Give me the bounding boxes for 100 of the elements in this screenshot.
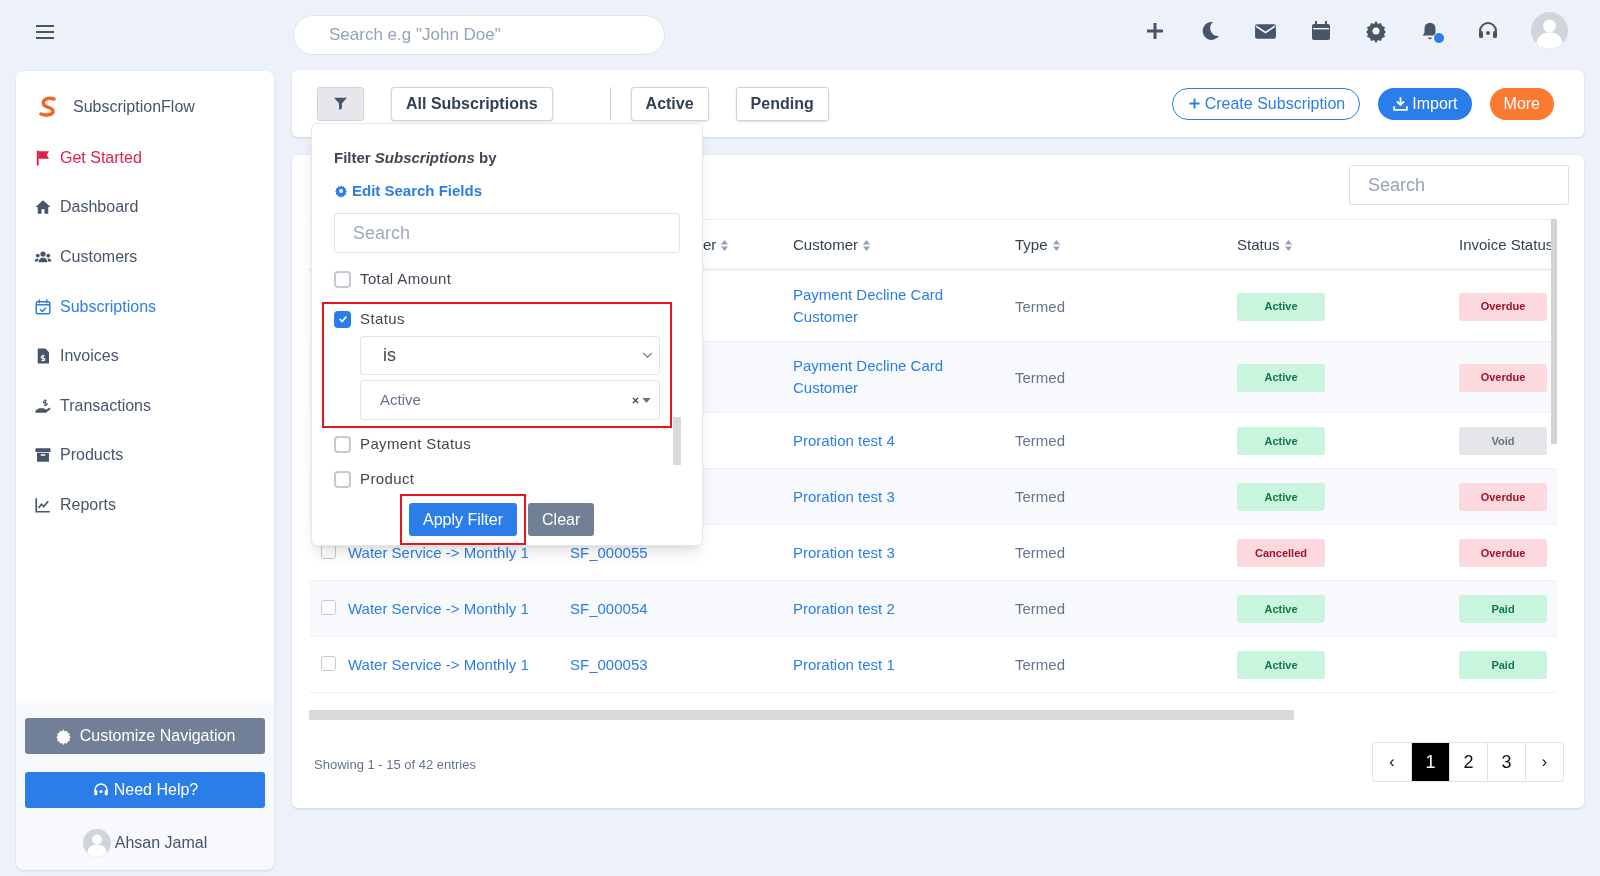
status-badge: Active: [1237, 651, 1325, 679]
invoice-status-badge: Overdue: [1459, 363, 1547, 392]
page-button[interactable]: 2: [1449, 743, 1487, 781]
type-cell-text: Termed: [1015, 599, 1066, 619]
vertical-scrollbar[interactable]: [1551, 219, 1557, 444]
check-icon: [337, 314, 348, 324]
customer-link[interactable]: Proration test 1: [793, 654, 983, 676]
customer-link[interactable]: Proration test 3: [793, 542, 983, 564]
column-header[interactable]: Type: [1015, 234, 1061, 257]
page-button[interactable]: 3: [1487, 743, 1525, 781]
user-name: Ahsan Jamal: [114, 833, 208, 853]
checkbox[interactable]: [334, 470, 351, 488]
status-badge: Active: [1237, 595, 1325, 623]
popup-scrollbar[interactable]: [673, 417, 681, 465]
subscription-number-link[interactable]: SF_000055: [570, 542, 648, 565]
status-badge: Active: [1237, 363, 1325, 392]
column-header[interactable]: Customer: [793, 234, 872, 257]
view-tab[interactable]: Pending: [735, 86, 829, 121]
brand-name: SubscriptionFlow: [73, 97, 195, 117]
customer-link[interactable]: Proration test 3: [793, 486, 983, 508]
sort-icon: [1051, 238, 1061, 252]
checkbox[interactable]: [321, 600, 336, 615]
apply-filter-button[interactable]: Apply Filter: [409, 503, 518, 536]
type-cell-text: Termed: [1015, 487, 1066, 507]
avatar-icon: [82, 829, 111, 857]
sidebar-item[interactable]: Customers: [16, 232, 274, 282]
clear-button[interactable]: Clear: [528, 503, 595, 536]
checkbox[interactable]: [334, 270, 351, 288]
invoice-status-badge: Void: [1459, 427, 1547, 455]
invoice-status-badge: Overdue: [1459, 539, 1547, 567]
subscription-number-link[interactable]: SF_000053: [570, 654, 648, 677]
checkbox[interactable]: [334, 435, 351, 453]
status-badge: Cancelled: [1237, 539, 1325, 567]
invoice-status-badge: Paid: [1459, 595, 1547, 623]
type-cell-text: Termed: [1015, 543, 1066, 563]
filter-icon: [332, 95, 349, 112]
chevron-down-icon: [642, 352, 653, 359]
value-select[interactable]: Active: [360, 380, 660, 420]
clear-value-icon[interactable]: [632, 396, 639, 404]
sidebar-item[interactable]: Reports: [16, 480, 274, 530]
product-link[interactable]: Water Service -> Monthly 1: [348, 542, 529, 565]
next-page-button[interactable]: ›: [1525, 743, 1563, 781]
field-label: Product: [360, 468, 415, 489]
product-link[interactable]: Water Service -> Monthly 1: [348, 654, 529, 677]
subscription-number-link[interactable]: SF_000054: [570, 598, 648, 621]
horizontal-scrollbar[interactable]: [309, 710, 1294, 720]
sidebar-item[interactable]: Subscriptions: [16, 281, 274, 332]
field-label: Total Amount: [360, 268, 452, 289]
archive-box-icon: [34, 446, 52, 465]
action-button[interactable]: More: [1489, 87, 1554, 120]
field-label: Status: [360, 308, 405, 329]
status-badge: Active: [1237, 483, 1325, 511]
checkbox[interactable]: [334, 310, 351, 328]
column-header[interactable]: Invoice Status: [1459, 234, 1554, 257]
customer-link[interactable]: Payment Decline Card Customer: [793, 355, 983, 399]
filter-search-field[interactable]: Search: [334, 213, 680, 253]
type-cell-text: Termed: [1015, 431, 1066, 451]
status-badge: Active: [1237, 427, 1325, 455]
customer-link[interactable]: Proration test 4: [793, 430, 983, 452]
gear-icon: [334, 183, 348, 198]
customize-navigation-button[interactable]: Customize Navigation: [25, 718, 265, 754]
gear-icon: [54, 727, 72, 745]
type-cell-text: Termed: [1015, 296, 1066, 317]
column-header[interactable]: Status: [1237, 234, 1293, 257]
sidebar-item[interactable]: Transactions: [16, 380, 274, 431]
caret-icon: [642, 397, 651, 403]
invoice-status-badge: Overdue: [1459, 483, 1547, 511]
sidebar-item[interactable]: Products: [16, 430, 274, 481]
sidebar-item[interactable]: Get Started: [16, 133, 274, 183]
previous-page-button[interactable]: ‹: [1373, 743, 1411, 781]
filter-title: Filter Subscriptions by: [334, 148, 498, 168]
customer-link[interactable]: Proration test 2: [793, 598, 983, 620]
action-button[interactable]: Import: [1378, 87, 1472, 120]
edit-search-fields-link[interactable]: Edit Search Fields: [334, 179, 680, 202]
product-link[interactable]: Water Service -> Monthly 1: [348, 598, 529, 621]
view-tab[interactable]: Active: [630, 86, 709, 121]
sidebar-item[interactable]: Invoices: [16, 331, 274, 381]
search-field[interactable]: Search e.g "John Doe": [293, 15, 665, 55]
need-help-button[interactable]: Need Help?: [25, 772, 265, 808]
type-cell-text: Termed: [1015, 655, 1066, 675]
sort-icon: [862, 238, 872, 252]
entries-summary: Showing 1 - 15 of 42 entries: [314, 756, 476, 774]
sort-icon: [1283, 238, 1293, 252]
calendar-icon[interactable]: [1309, 18, 1333, 43]
column-header[interactable]: er: [703, 234, 730, 257]
flag-icon: [34, 148, 52, 167]
operator-select[interactable]: is: [360, 336, 660, 375]
house-icon: [34, 198, 52, 217]
table-search-field[interactable]: Search: [1349, 165, 1569, 205]
calendar-check-icon: [34, 297, 52, 316]
page-button[interactable]: 1: [1411, 743, 1449, 781]
download-icon: [1392, 95, 1410, 112]
checkbox[interactable]: [321, 656, 336, 671]
sidebar-item[interactable]: Dashboard: [16, 182, 274, 233]
view-tab[interactable]: All Subscriptions: [391, 86, 553, 121]
line-chart-icon: [34, 495, 52, 514]
status-badge: Active: [1237, 292, 1325, 321]
action-button[interactable]: Create Subscription: [1171, 87, 1361, 120]
customer-link[interactable]: Payment Decline Card Customer: [793, 284, 983, 328]
filter-button[interactable]: [317, 86, 364, 121]
